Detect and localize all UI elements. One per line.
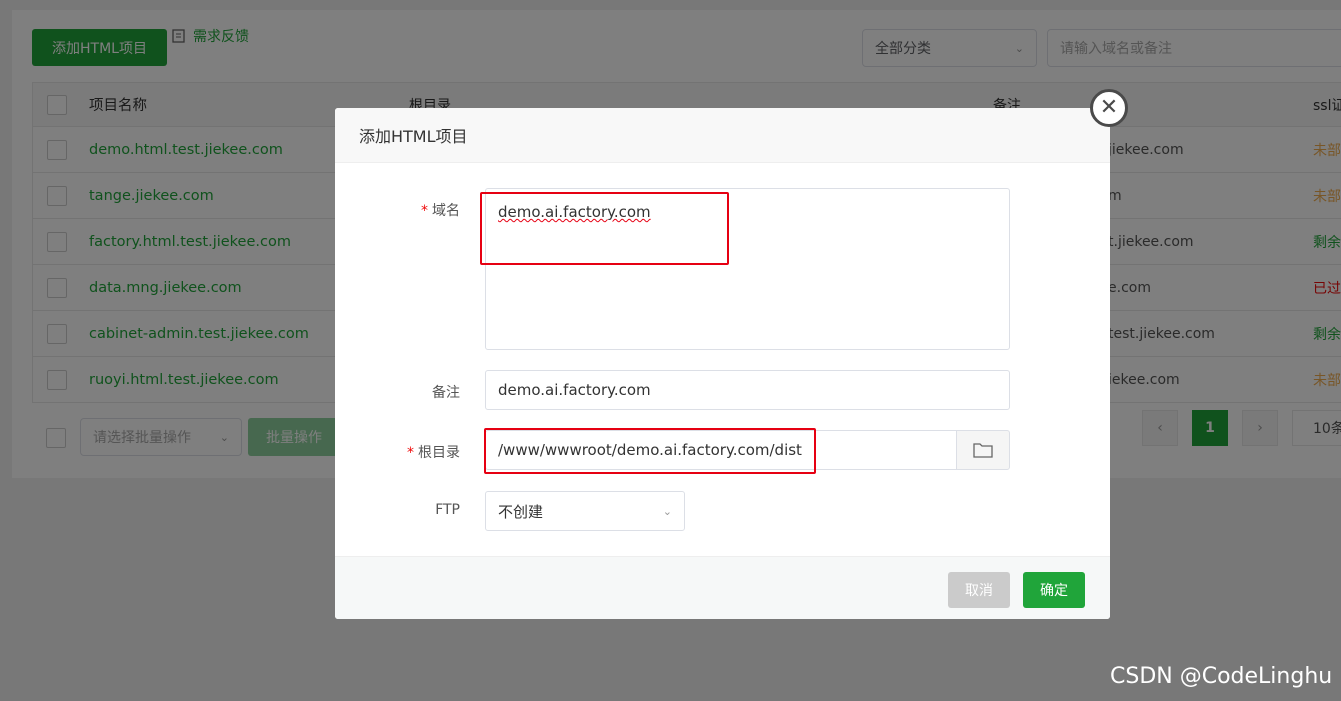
confirm-button[interactable]: 确定 [1023,572,1085,608]
ftp-label: FTP [435,502,460,518]
dialog-title: 添加HTML项目 [335,108,1110,163]
ftp-select-value: 不创建 [498,502,544,521]
close-dialog-button[interactable]: ✕ [1090,89,1128,127]
highlight-box [484,428,816,474]
cancel-button[interactable]: 取消 [948,572,1010,608]
note-input[interactable]: demo.ai.factory.com [485,370,1010,410]
close-icon: ✕ [1099,95,1119,120]
root-dir-label: * 根目录 [407,445,460,461]
note-value: demo.ai.factory.com [498,381,651,399]
chevron-down-icon: ⌄ [662,504,672,518]
watermark: CSDN @CodeLinghu [1110,664,1333,689]
add-html-project-dialog: 添加HTML项目 * 域名 demo.ai.factory.com 备注 demo… [335,108,1110,619]
highlight-box [480,192,729,265]
dialog-footer: 取消 确定 [335,556,1110,619]
folder-icon [973,443,993,458]
ftp-select[interactable]: 不创建 ⌄ [485,491,685,531]
browse-folder-button[interactable] [956,430,1010,470]
domain-label: * 域名 [421,203,460,219]
note-label: 备注 [432,385,460,401]
